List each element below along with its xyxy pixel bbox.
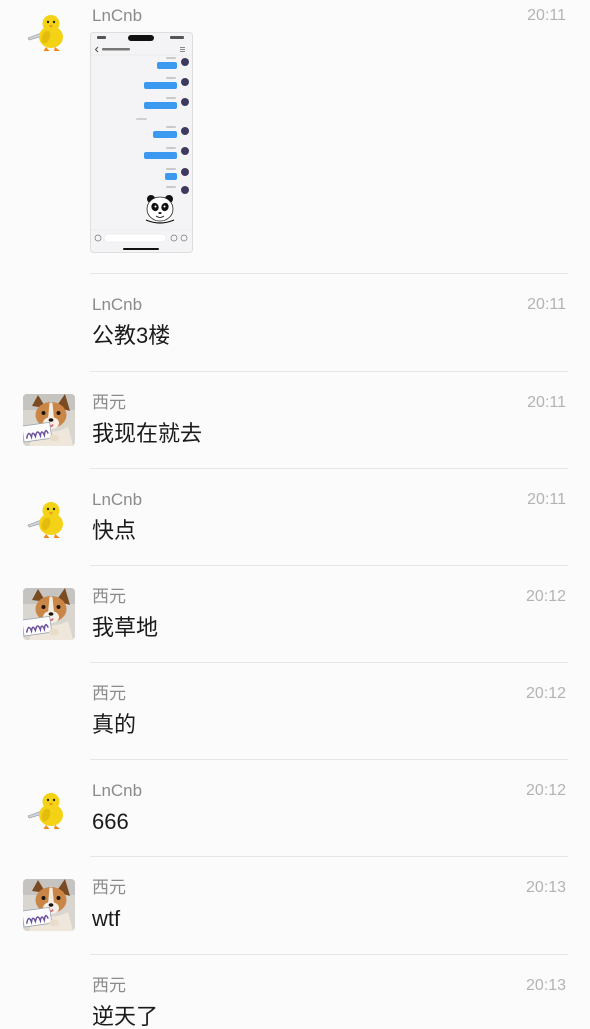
dog-avatar[interactable] <box>23 588 75 640</box>
message-text: 逆天了 <box>92 1004 159 1029</box>
message-time: 20:12 <box>525 588 566 605</box>
message-row[interactable]: LnCnb 20:11 快点 <box>0 469 590 566</box>
sender-name: 西元 <box>92 976 126 995</box>
message-time: 20:11 <box>527 394 566 411</box>
message-row[interactable]: LnCnb 20:12 666 <box>0 760 590 857</box>
duck-avatar[interactable] <box>23 782 75 834</box>
message-row[interactable]: 西元 20:11 我现在就去 <box>0 372 590 469</box>
message-text: 真的 <box>92 712 137 737</box>
sender-name: LnCnb <box>92 781 143 800</box>
message-text: 我现在就去 <box>92 421 203 446</box>
message-time: 20:11 <box>527 7 566 24</box>
message-time: 20:12 <box>525 685 566 702</box>
message-time: 20:13 <box>525 879 566 896</box>
chat-history-list[interactable]: LnCnb 20:11 LnCnb 20:11 公教3楼 西元 20:11 我现… <box>0 0 590 1029</box>
sender-name: LnCnb <box>92 295 143 314</box>
message-row[interactable]: 西元 20:12 真的 <box>0 663 590 760</box>
home-indicator <box>123 248 159 250</box>
message-text: 公教3楼 <box>92 323 171 348</box>
message-row[interactable]: LnCnb 20:11 <box>0 0 590 274</box>
message-text: wtf <box>92 906 121 931</box>
sender-name: LnCnb <box>92 490 143 509</box>
message-row[interactable]: 西元 20:12 我草地 <box>0 566 590 663</box>
message-row[interactable]: 西元 20:13 wtf <box>0 857 590 955</box>
sender-name: LnCnb <box>92 6 143 25</box>
message-time: 20:11 <box>527 296 566 313</box>
sender-name: 西元 <box>92 393 126 412</box>
message-row[interactable]: 西元 20:13 逆天了 <box>0 955 590 1029</box>
message-time: 20:11 <box>527 491 566 508</box>
message-text: 666 <box>92 809 129 834</box>
message-time: 20:13 <box>525 977 566 994</box>
message-row[interactable]: LnCnb 20:11 公教3楼 <box>0 274 590 372</box>
message-time: 20:12 <box>525 782 566 799</box>
dog-avatar[interactable] <box>23 394 75 446</box>
message-text: 我草地 <box>92 615 159 640</box>
sender-name: 西元 <box>92 878 126 897</box>
image-thumbnail[interactable] <box>90 32 193 253</box>
dog-avatar[interactable] <box>23 879 75 931</box>
sender-name: 西元 <box>92 684 126 703</box>
duck-avatar[interactable] <box>23 4 75 56</box>
duck-avatar[interactable] <box>23 491 75 543</box>
message-text: 快点 <box>92 518 137 543</box>
sender-name: 西元 <box>92 587 126 606</box>
